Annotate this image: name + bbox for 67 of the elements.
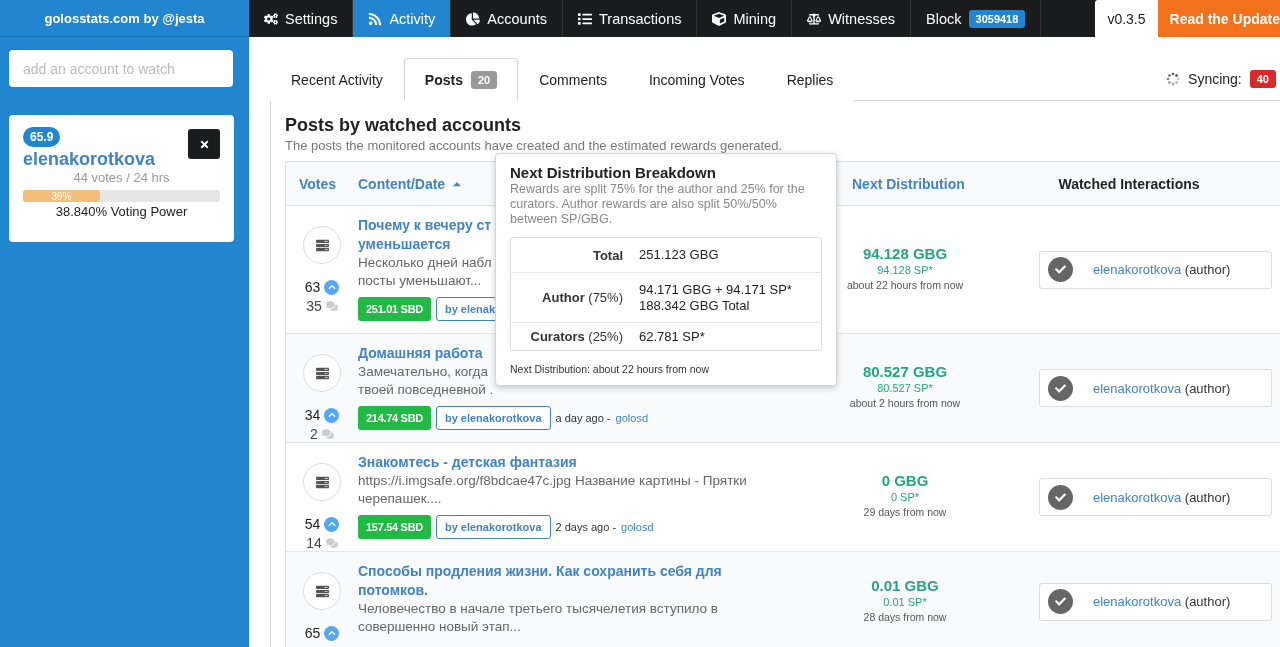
post-excerpt: Человечество в начале третьего тысячелетия вступило в совершенно новый этап... xyxy=(358,600,718,636)
tab-label: Comments xyxy=(539,71,607,88)
tab-label: Incoming Votes xyxy=(648,71,745,88)
vote-count: 63 xyxy=(304,279,321,295)
interaction-text: elenakorotkova (author) xyxy=(1093,262,1231,277)
comment-count: 2 xyxy=(310,426,318,442)
breakdown-value: 94.171 GBG + 94.171 SP* xyxy=(639,281,793,298)
popover-footer: Next Distribution: about 22 hours from now xyxy=(510,363,822,375)
distribution-time: about 2 hours from now xyxy=(849,397,961,409)
comment-count: 14 xyxy=(306,535,322,551)
post-date: a day ago - xyxy=(555,412,611,424)
breakdown-label: Curators (25%) xyxy=(529,329,623,344)
vote-count: 34 xyxy=(304,407,321,423)
sp-amount: 0 SP* xyxy=(890,491,920,503)
sp-amount: 80.527 SP* xyxy=(877,382,933,394)
distribution-amount: 0 GBG xyxy=(881,472,929,489)
nav-label: Witnesses xyxy=(828,10,896,27)
breakdown-label: Total xyxy=(591,247,623,263)
nav-label: Mining xyxy=(733,10,777,27)
count-badge: 20 xyxy=(470,70,498,89)
popover-description: Rewards are split 75% for the author and 25% for the curators. Author rewards are also split 50%/50% between SP/GBG. xyxy=(510,182,806,227)
nav-label: Activity xyxy=(389,10,436,27)
post-excerpt: Несколько дней набл посты уменьшают... xyxy=(358,254,492,290)
tab-label: Posts xyxy=(424,71,463,88)
payout-label: 214.74 SBD xyxy=(358,406,431,430)
post-excerpt: https://i.imgsafe.org/f8bdcae47c.jpg Название картины - Прятки черепашек.... xyxy=(358,472,747,508)
block-number-badge: 3059418 xyxy=(968,9,1026,28)
interaction-text: elenakorotkova (author) xyxy=(1093,489,1231,505)
nav-label: Block xyxy=(926,10,962,27)
version-label: v0.3.5 xyxy=(1095,0,1158,37)
breakdown-value: 188.342 GBG Total xyxy=(639,297,751,314)
voting-power-label: 38.840% Voting Power xyxy=(55,204,188,219)
distribution-amount: 0.01 GBG xyxy=(871,576,939,594)
breakdown-value: 251.123 GBG xyxy=(639,247,720,263)
panel-title: Posts by watched accounts xyxy=(285,115,523,136)
post-excerpt: Замечательно, когда твоей повседневной . xyxy=(358,363,494,399)
distribution-amount: 80.527 GBG xyxy=(862,363,948,380)
account-name: elenakorotkova xyxy=(23,149,156,170)
tab-label: Replies xyxy=(786,71,834,88)
breakdown-label: Author (75%) xyxy=(541,290,623,305)
sp-amount: 94.128 SP* xyxy=(877,263,933,276)
distribution-time: about 22 hours from now xyxy=(846,278,964,291)
vote-count: 54 xyxy=(304,516,321,532)
popover-title: Next Distribution Breakdown xyxy=(510,164,717,181)
vote-count: 65 xyxy=(304,625,321,641)
nav-label: Settings xyxy=(285,10,338,27)
payout-label: 157.54 SBD xyxy=(358,515,431,539)
nav-label: Transactions xyxy=(599,10,682,27)
interaction-text: elenakorotkova (author) xyxy=(1093,594,1231,609)
column-header: Watched Interactions xyxy=(1058,175,1200,192)
syncing-label: Syncing: xyxy=(1188,70,1242,87)
nav-label: Accounts xyxy=(487,10,547,27)
distribution-time: 28 days from now xyxy=(863,610,947,623)
payout-label: 251.01 SBD xyxy=(358,297,431,321)
post-date: 2 days ago - xyxy=(555,521,617,533)
tab-label: Recent Activity xyxy=(291,71,383,88)
panel-subtitle: The posts the monitored accounts have created and the estimated rewards generated. xyxy=(285,138,784,153)
breakdown-value: 62.781 SP* xyxy=(639,328,706,345)
voting-power-fill: 39% xyxy=(23,190,100,202)
sync-count-badge: 40 xyxy=(1249,69,1276,88)
votes-count: 44 votes / 24 hrs xyxy=(73,170,170,185)
distribution-time: 29 days from now xyxy=(863,506,947,518)
sp-amount: 0.01 SP* xyxy=(883,595,927,608)
interaction-text: elenakorotkova (author) xyxy=(1093,380,1231,396)
comment-count: 35 xyxy=(306,298,322,314)
distribution-amount: 94.128 GBG xyxy=(862,244,948,262)
reputation-badge: 65.9 xyxy=(23,127,61,147)
